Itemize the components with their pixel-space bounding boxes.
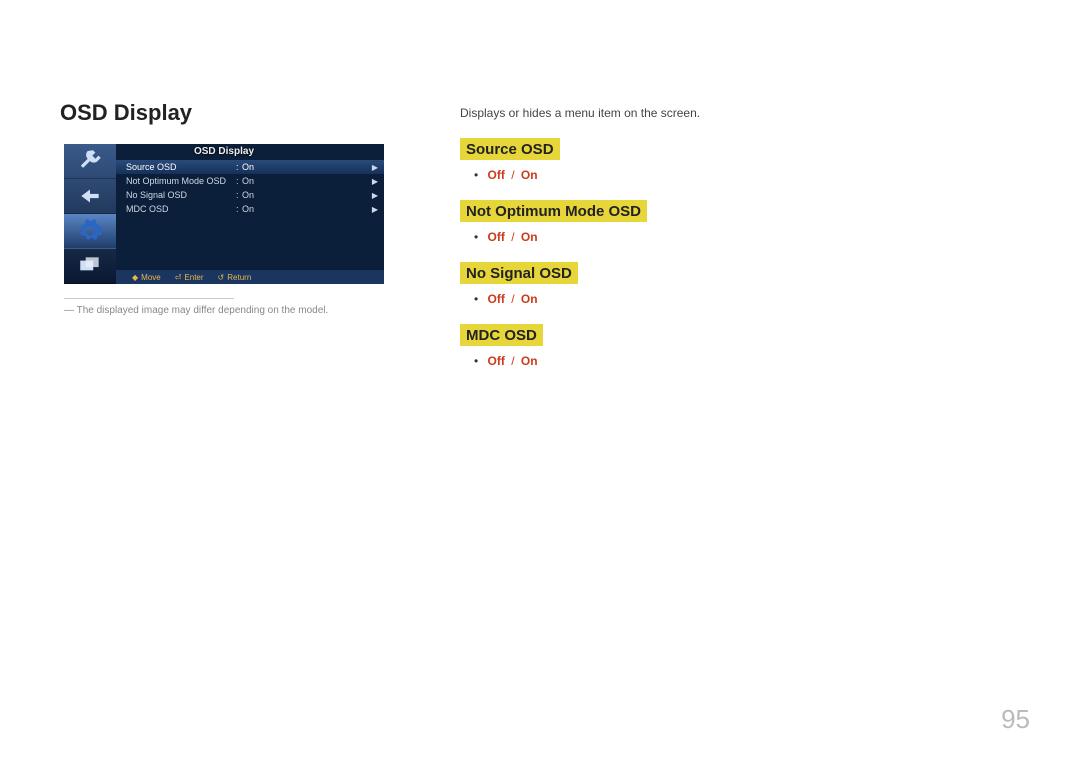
option-on: On bbox=[521, 168, 538, 182]
bullet-icon: • bbox=[474, 168, 478, 182]
osd-row-val: On bbox=[242, 204, 372, 214]
osd-screenshot: OSD Display Source OSD : bbox=[64, 144, 384, 284]
osd-row-label: Not Optimum Mode OSD bbox=[126, 176, 236, 186]
option-off: Off bbox=[488, 292, 505, 306]
option-on: On bbox=[521, 292, 538, 306]
diamond-icon: ◆ bbox=[132, 273, 138, 282]
option-line: • Off / On bbox=[474, 292, 1020, 306]
osd-row-label: MDC OSD bbox=[126, 204, 236, 214]
arrow-icon bbox=[64, 179, 116, 214]
osd-footer: ◆Move ⏎Enter ↺Return bbox=[116, 270, 384, 284]
section-mdc-osd: MDC OSD • Off / On bbox=[460, 324, 1020, 368]
model-note: The displayed image may differ depending… bbox=[64, 305, 400, 316]
osd-row: Source OSD : On ▶ bbox=[116, 160, 384, 174]
option-line: • Off / On bbox=[474, 354, 1020, 368]
osd-row-val: On bbox=[242, 190, 372, 200]
option-on: On bbox=[521, 230, 538, 244]
page-number: 95 bbox=[1001, 704, 1030, 735]
section-not-optimum-mode-osd: Not Optimum Mode OSD • Off / On bbox=[460, 200, 1020, 244]
osd-row-val: On bbox=[242, 162, 372, 172]
bullet-icon: • bbox=[474, 292, 478, 306]
section-no-signal-osd: No Signal OSD • Off / On bbox=[460, 262, 1020, 306]
chevron-right-icon: ▶ bbox=[372, 205, 378, 214]
chevron-right-icon: ▶ bbox=[372, 177, 378, 186]
page-heading: OSD Display bbox=[60, 100, 400, 126]
option-off: Off bbox=[488, 230, 505, 244]
option-line: • Off / On bbox=[474, 230, 1020, 244]
osd-inner-title: OSD Display bbox=[64, 146, 384, 157]
divider bbox=[64, 298, 234, 299]
screens-icon bbox=[64, 249, 116, 284]
section-source-osd: Source OSD • Off / On bbox=[460, 138, 1020, 182]
footer-return: Return bbox=[227, 273, 251, 282]
subheading: MDC OSD bbox=[460, 324, 543, 346]
enter-icon: ⏎ bbox=[175, 273, 182, 282]
osd-row-label: Source OSD bbox=[126, 162, 236, 172]
osd-row-val: On bbox=[242, 176, 372, 186]
chevron-right-icon: ▶ bbox=[372, 191, 378, 200]
bullet-icon: • bbox=[474, 354, 478, 368]
subheading: No Signal OSD bbox=[460, 262, 578, 284]
option-off: Off bbox=[488, 168, 505, 182]
subheading: Not Optimum Mode OSD bbox=[460, 200, 647, 222]
osd-row: No Signal OSD : On ▶ bbox=[116, 188, 384, 202]
osd-row: MDC OSD : On ▶ bbox=[116, 202, 384, 216]
osd-row-label: No Signal OSD bbox=[126, 190, 236, 200]
footer-move: Move bbox=[141, 273, 161, 282]
osd-body: Source OSD : On ▶ Not Optimum Mode OSD :… bbox=[116, 144, 384, 284]
subheading: Source OSD bbox=[460, 138, 560, 160]
option-on: On bbox=[521, 354, 538, 368]
option-off: Off bbox=[488, 354, 505, 368]
bullet-icon: • bbox=[474, 230, 478, 244]
chevron-right-icon: ▶ bbox=[372, 163, 378, 172]
gear-icon bbox=[64, 214, 116, 249]
osd-row: Not Optimum Mode OSD : On ▶ bbox=[116, 174, 384, 188]
osd-sidebar bbox=[64, 144, 116, 284]
footer-enter: Enter bbox=[184, 273, 203, 282]
intro-text: Displays or hides a menu item on the scr… bbox=[460, 106, 1020, 120]
return-icon: ↺ bbox=[218, 273, 225, 282]
option-line: • Off / On bbox=[474, 168, 1020, 182]
